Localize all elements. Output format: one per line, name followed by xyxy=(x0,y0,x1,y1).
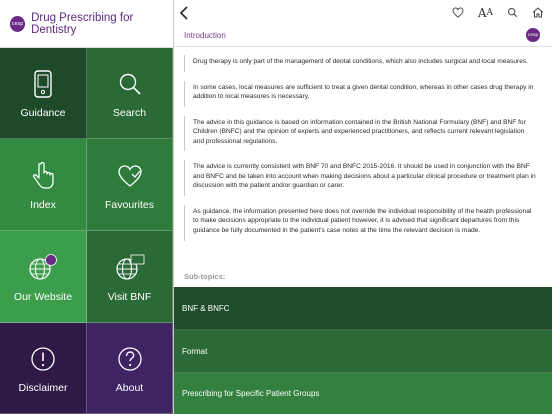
content-body: Drug therapy is only part of the managem… xyxy=(174,47,552,289)
pointing-hand-icon xyxy=(31,159,55,193)
toolbar: AA xyxy=(174,0,552,25)
subtopic-item[interactable]: BNF & BNFC xyxy=(174,287,552,330)
tile-index[interactable]: Index xyxy=(0,139,87,231)
tile-label: Disclaimer xyxy=(18,382,68,394)
tile-label: Visit BNF xyxy=(107,290,152,303)
app-header: cesp Drug Prescribing for Dentistry xyxy=(0,0,173,48)
tile-guidance[interactable]: Guidance xyxy=(0,48,87,139)
tile-label: Index xyxy=(30,198,56,211)
paragraph: The advice in this guidance is based on … xyxy=(184,115,542,152)
question-icon xyxy=(117,342,143,376)
section-header: Introduction cesp xyxy=(174,25,552,47)
toolbar-actions: AA xyxy=(452,6,544,20)
paragraph: In some cases, local measures are suffic… xyxy=(184,80,542,107)
font-size-small: A xyxy=(486,7,494,18)
tile-label: Our Website xyxy=(13,290,73,303)
phone-icon xyxy=(34,67,52,101)
tile-label: About xyxy=(115,382,144,394)
heart-icon xyxy=(117,159,143,193)
paragraph: Drug therapy is only part of the managem… xyxy=(184,55,542,72)
globe-icon xyxy=(28,251,58,285)
tile-label: Guidance xyxy=(20,107,66,119)
paragraph: The advice is currently consistent with … xyxy=(184,160,542,196)
tile-label: Favourites xyxy=(104,198,155,211)
section-title: Introduction xyxy=(184,31,226,40)
subtopic-item[interactable]: Prescribing for Specific Patient Groups xyxy=(174,373,552,414)
home-icon[interactable] xyxy=(532,7,544,18)
font-size-big: A xyxy=(477,5,487,20)
exclamation-icon xyxy=(30,342,56,376)
app-title: Drug Prescribing for Dentistry xyxy=(31,11,134,36)
search-icon xyxy=(117,67,143,101)
subtopic-item[interactable]: Format xyxy=(174,330,552,373)
subtopics-list: BNF & BNFC Format Prescribing for Specif… xyxy=(174,287,552,414)
tile-label: Search xyxy=(112,107,147,119)
app-logo: cesp xyxy=(10,15,26,32)
subtopics-label: Sub-topics: xyxy=(184,272,226,281)
tile-search[interactable]: Search xyxy=(87,48,173,139)
bnf-globe-icon xyxy=(115,251,145,285)
section-logo: cesp xyxy=(526,28,540,42)
paragraph: As guidance, the information presented h… xyxy=(184,204,542,241)
heart-icon[interactable] xyxy=(452,7,464,18)
nav-grid: Guidance Search Index Favourites Our Web… xyxy=(0,48,173,414)
tile-favourites[interactable]: Favourites xyxy=(87,139,173,231)
sidebar: cesp Drug Prescribing for Dentistry Guid… xyxy=(0,0,173,414)
font-size-button[interactable]: AA xyxy=(478,6,493,20)
search-icon[interactable] xyxy=(507,7,518,18)
tile-our-website[interactable]: Our Website xyxy=(0,231,87,323)
tile-disclaimer[interactable]: Disclaimer xyxy=(0,323,87,414)
tile-about[interactable]: About xyxy=(87,323,173,414)
tile-visit-bnf[interactable]: Visit BNF xyxy=(87,231,173,323)
back-chevron-icon[interactable] xyxy=(178,5,190,20)
main-panel: AA Introduction cesp Drug therapy is onl… xyxy=(173,0,552,414)
